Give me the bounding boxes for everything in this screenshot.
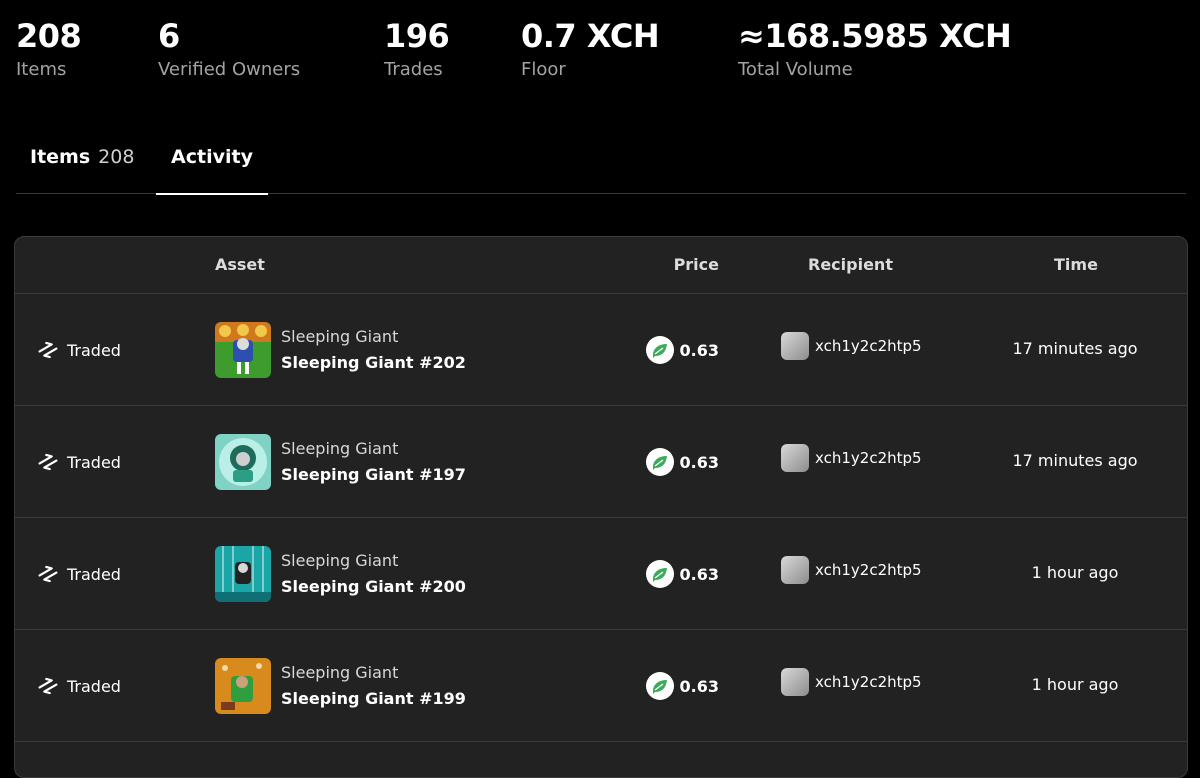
swap-arrows-icon: [38, 453, 58, 471]
stat-value: 0.7 XCH: [521, 17, 660, 55]
price-value: 0.63: [679, 676, 719, 696]
stat-label: Floor: [521, 59, 566, 80]
recipient-cell[interactable]: xch1y2c2htp5: [781, 332, 922, 360]
collection-name[interactable]: Sleeping Giant: [281, 326, 466, 348]
recipient-address[interactable]: xch1y2c2htp5: [815, 337, 922, 355]
stat-label: Verified Owners: [158, 59, 301, 80]
table-header: Asset Price Recipient Time: [15, 237, 1187, 294]
event-cell: Traded: [37, 339, 121, 361]
recipient-address[interactable]: xch1y2c2htp5: [815, 673, 922, 691]
nft-thumbnail[interactable]: [215, 546, 271, 602]
column-header-time: Time: [1054, 255, 1098, 274]
stat-label: Items: [16, 59, 67, 80]
collection-tabs: Items 208 Activity: [16, 124, 1186, 195]
price-cell: 0.63: [645, 560, 719, 588]
time-cell: 1 hour ago: [1031, 675, 1119, 694]
price-cell: 0.63: [645, 336, 719, 364]
stat-value: 208: [16, 17, 82, 55]
recipient-address[interactable]: xch1y2c2htp5: [815, 561, 922, 579]
price-value: 0.63: [679, 564, 719, 584]
event-label: Traded: [67, 564, 121, 584]
tab-label: Activity: [171, 146, 253, 168]
stat-label: Total Volume: [738, 59, 853, 80]
asset-name[interactable]: Sleeping Giant #202: [281, 348, 466, 378]
table-row[interactable]: Traded Sleeping Giant Sleeping Giant #20…: [15, 294, 1187, 406]
avatar: [781, 444, 809, 472]
event-cell: Traded: [37, 563, 121, 585]
recipient-cell[interactable]: xch1y2c2htp5: [781, 444, 922, 472]
collection-name[interactable]: Sleeping Giant: [281, 438, 466, 460]
event-label: Traded: [67, 340, 121, 360]
asset-name[interactable]: Sleeping Giant #197: [281, 460, 466, 490]
stat-value: ≈168.5985 XCH: [738, 17, 1012, 55]
recipient-cell[interactable]: xch1y2c2htp5: [781, 556, 922, 584]
table-row[interactable]: Traded Sleeping Giant Sleeping Giant #20…: [15, 518, 1187, 630]
chia-leaf-icon: [645, 448, 674, 476]
asset-name[interactable]: Sleeping Giant #199: [281, 684, 466, 714]
tab-activity[interactable]: Activity: [156, 124, 268, 195]
avatar: [781, 332, 809, 360]
time-cell: 17 minutes ago: [1012, 339, 1138, 358]
event-label: Traded: [67, 452, 121, 472]
price-cell: 0.63: [645, 448, 719, 476]
collection-name[interactable]: Sleeping Giant: [281, 550, 466, 572]
chia-leaf-icon: [645, 560, 674, 588]
asset-info: Sleeping Giant Sleeping Giant #197: [281, 438, 466, 490]
swap-arrows-icon: [38, 341, 58, 359]
asset-info: Sleeping Giant Sleeping Giant #200: [281, 550, 466, 602]
stat-total-volume: ≈168.5985 XCH Total Volume: [738, 14, 1012, 82]
tab-items[interactable]: Items 208: [30, 124, 134, 193]
table-row[interactable]: Traded Sleeping Giant Sleeping Giant #19…: [15, 406, 1187, 518]
event-cell: Traded: [37, 451, 121, 473]
tab-count: 208: [98, 146, 135, 168]
time-cell: 17 minutes ago: [1012, 451, 1138, 470]
avatar: [781, 668, 809, 696]
nft-thumbnail[interactable]: [215, 322, 271, 378]
asset-info: Sleeping Giant Sleeping Giant #202: [281, 326, 466, 378]
avatar: [781, 556, 809, 584]
activity-table: Asset Price Recipient Time Traded Sleepi…: [14, 236, 1188, 778]
asset-name[interactable]: Sleeping Giant #200: [281, 572, 466, 602]
column-header-asset: Asset: [215, 255, 265, 274]
swap-arrows-icon: [38, 565, 58, 583]
column-header-price: Price: [673, 255, 719, 274]
nft-thumbnail[interactable]: [215, 658, 271, 714]
asset-info: Sleeping Giant Sleeping Giant #199: [281, 662, 466, 714]
recipient-address[interactable]: xch1y2c2htp5: [815, 449, 922, 467]
event-label: Traded: [67, 676, 121, 696]
stat-value: 6: [158, 17, 180, 55]
price-cell: 0.63: [645, 672, 719, 700]
chia-leaf-icon: [645, 336, 674, 364]
price-value: 0.63: [679, 340, 719, 360]
recipient-cell[interactable]: xch1y2c2htp5: [781, 668, 922, 696]
swap-arrows-icon: [38, 677, 58, 695]
stat-trades: 196 Trades: [384, 14, 450, 82]
chia-leaf-icon: [645, 672, 674, 700]
column-header-recipient: Recipient: [808, 255, 893, 274]
stat-verified-owners: 6 Verified Owners: [158, 14, 300, 82]
tab-label: Items: [30, 146, 91, 168]
stat-value: 196: [384, 17, 450, 55]
stat-floor: 0.7 XCH Floor: [521, 14, 660, 82]
stat-label: Trades: [384, 59, 443, 80]
price-value: 0.63: [679, 452, 719, 472]
table-row[interactable]: Traded Sleeping Giant Sleeping Giant #19…: [15, 630, 1187, 742]
event-cell: Traded: [37, 675, 121, 697]
collection-name[interactable]: Sleeping Giant: [281, 662, 466, 684]
time-cell: 1 hour ago: [1031, 563, 1119, 582]
nft-thumbnail[interactable]: [215, 434, 271, 490]
stat-items: 208 Items: [16, 14, 82, 82]
